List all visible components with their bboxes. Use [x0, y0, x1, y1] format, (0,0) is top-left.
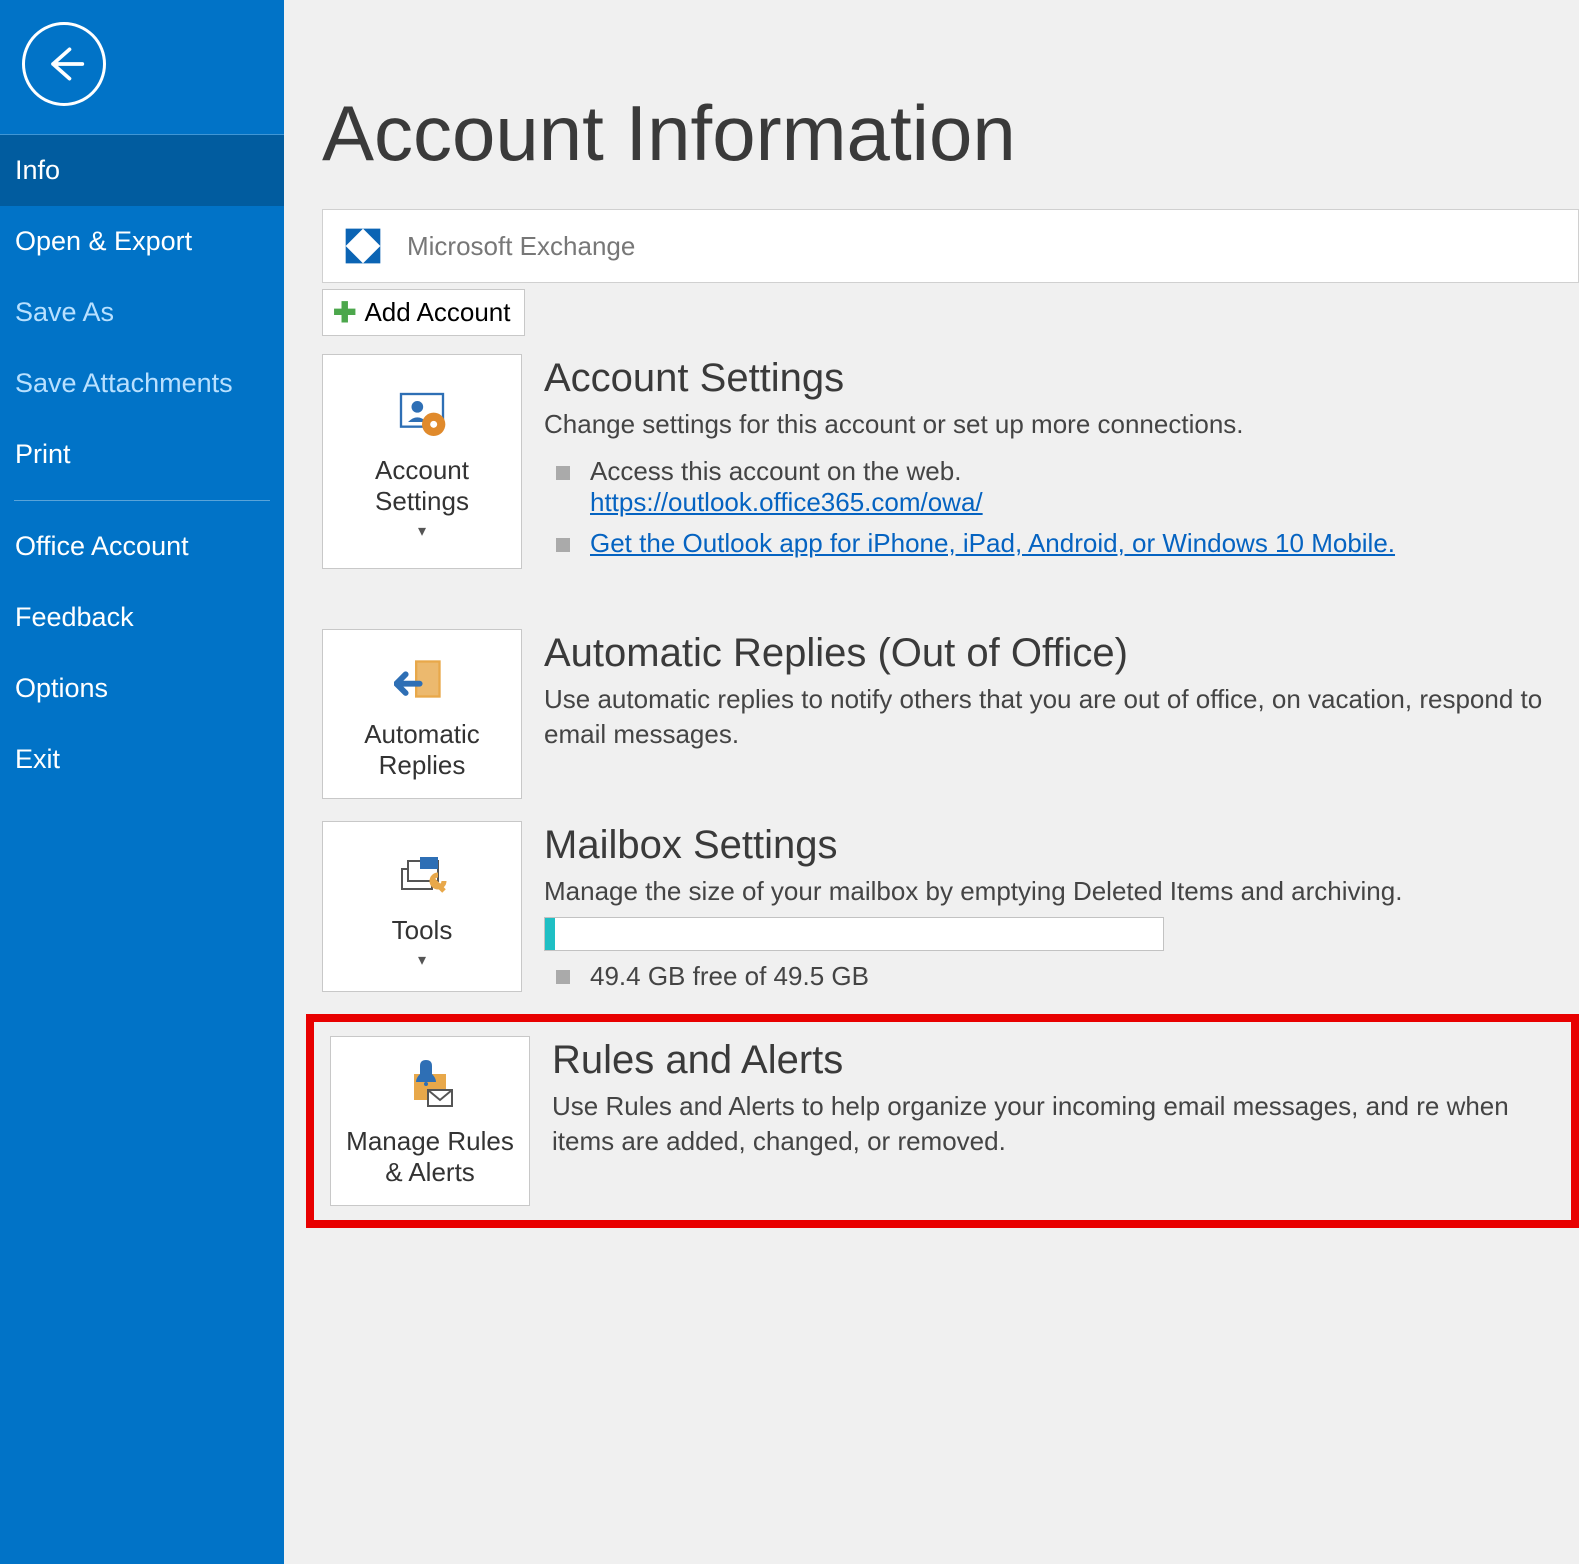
account-selector[interactable]: Microsoft Exchange: [322, 209, 1579, 283]
exchange-icon: [337, 220, 389, 272]
mailbox-settings-section: Tools ▾ Mailbox Settings Manage the size…: [322, 821, 1579, 992]
mailbox-settings-heading: Mailbox Settings: [544, 823, 1579, 868]
storage-meter: [544, 917, 1164, 951]
square-bullet-icon: [556, 466, 570, 480]
automatic-replies-section: Automatic Replies Automatic Replies (Out…: [322, 629, 1579, 799]
automatic-replies-heading: Automatic Replies (Out of Office): [544, 631, 1579, 676]
rules-alerts-desc: Use Rules and Alerts to help organize yo…: [552, 1089, 1571, 1159]
rules-alerts-heading: Rules and Alerts: [552, 1038, 1571, 1083]
dropdown-caret-icon: ▾: [418, 950, 426, 970]
tools-button[interactable]: Tools ▾: [322, 821, 522, 992]
account-settings-desc: Change settings for this account or set …: [544, 407, 1579, 442]
owa-link[interactable]: https://outlook.office365.com/owa/: [590, 487, 983, 517]
account-settings-button-label: Account Settings: [327, 455, 517, 517]
square-bullet-icon: [556, 970, 570, 984]
tools-button-label: Tools: [392, 915, 453, 946]
backstage-sidebar: Info Open & Export Save As Save Attachme…: [0, 0, 284, 1564]
sidebar-item-options[interactable]: Options: [0, 653, 284, 724]
account-settings-button[interactable]: Account Settings ▾: [322, 354, 522, 569]
account-type-label: Microsoft Exchange: [407, 231, 635, 262]
sidebar-item-open-export[interactable]: Open & Export: [0, 206, 284, 277]
main-pane: Account Information Microsoft Exchange ✚…: [284, 0, 1579, 1564]
automatic-replies-icon: [394, 651, 450, 707]
account-settings-section: Account Settings ▾ Account Settings Chan…: [322, 354, 1579, 569]
add-account-label: Add Account: [364, 297, 510, 328]
highlight-annotation: Manage Rules & Alerts Rules and Alerts U…: [306, 1014, 1579, 1228]
account-settings-icon: [394, 387, 450, 443]
outlook-app-link[interactable]: Get the Outlook app for iPhone, iPad, An…: [590, 528, 1395, 558]
bullet-web-access-text: Access this account on the web.: [590, 456, 983, 487]
sidebar-separator: [14, 500, 270, 501]
page-title: Account Information: [322, 88, 1579, 179]
dropdown-caret-icon: ▾: [418, 521, 426, 541]
rules-alerts-icon: [400, 1060, 460, 1112]
mailbox-settings-desc: Manage the size of your mailbox by empty…: [544, 874, 1579, 909]
sidebar-item-print[interactable]: Print: [0, 419, 284, 490]
sidebar-item-office-account[interactable]: Office Account: [0, 511, 284, 582]
rules-alerts-section: Manage Rules & Alerts Rules and Alerts U…: [330, 1036, 1571, 1206]
sidebar-item-info[interactable]: Info: [0, 135, 284, 206]
account-settings-heading: Account Settings: [544, 356, 1579, 401]
automatic-replies-button-label: Automatic Replies: [327, 719, 517, 781]
sidebar-list: Info Open & Export Save As Save Attachme…: [0, 134, 284, 795]
sidebar-item-exit[interactable]: Exit: [0, 724, 284, 795]
automatic-replies-desc: Use automatic replies to notify others t…: [544, 682, 1579, 752]
manage-rules-alerts-button[interactable]: Manage Rules & Alerts: [330, 1036, 530, 1206]
arrow-left-icon: [42, 42, 86, 86]
tools-icon: [394, 851, 450, 899]
automatic-replies-button[interactable]: Automatic Replies: [322, 629, 522, 799]
plus-icon: ✚: [333, 296, 356, 329]
manage-rules-alerts-button-label: Manage Rules & Alerts: [335, 1126, 525, 1188]
add-account-button[interactable]: ✚ Add Account: [322, 289, 525, 336]
storage-text: 49.4 GB free of 49.5 GB: [590, 961, 869, 992]
sidebar-item-feedback[interactable]: Feedback: [0, 582, 284, 653]
square-bullet-icon: [556, 538, 570, 552]
back-button[interactable]: [22, 22, 106, 106]
sidebar-item-save-as[interactable]: Save As: [0, 277, 284, 348]
sidebar-item-save-attachments[interactable]: Save Attachments: [0, 348, 284, 419]
